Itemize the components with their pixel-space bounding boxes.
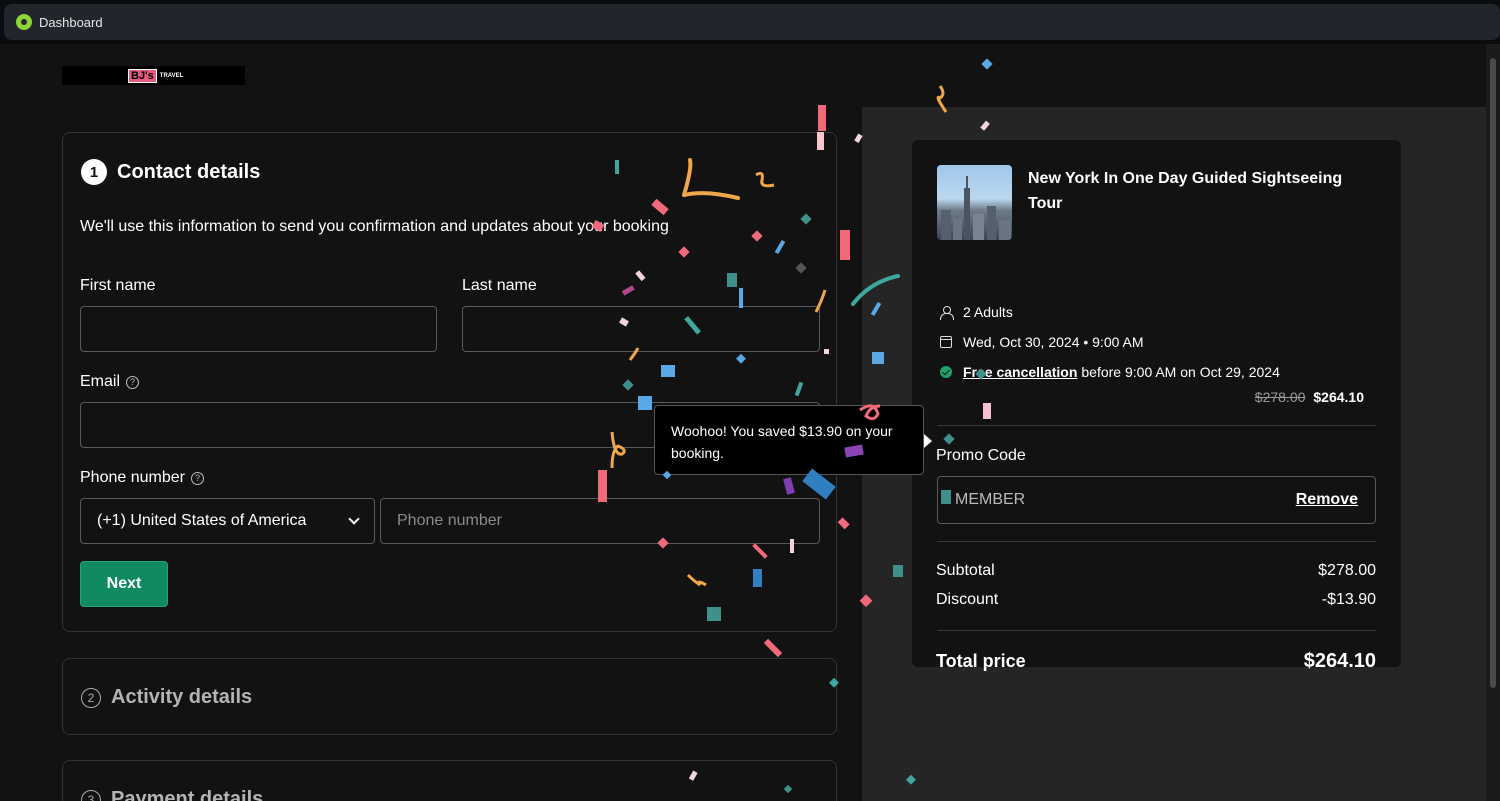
checkout-page: BJ's TRAVEL 1 Contact details We'll use …: [0, 44, 1486, 801]
next-button[interactable]: Next: [80, 561, 168, 607]
last-name-input[interactable]: [462, 306, 820, 352]
email-label: Email ?: [80, 373, 140, 391]
first-name-input[interactable]: [80, 306, 437, 352]
contact-subtitle: We'll use this information to send you c…: [80, 218, 669, 235]
first-name-label-text: First name: [80, 277, 156, 294]
person-icon: [940, 306, 954, 320]
browser-tab[interactable]: Dashboard: [4, 4, 1500, 40]
brand-logo[interactable]: BJ's TRAVEL: [62, 66, 245, 85]
tour-title[interactable]: New York In One Day Guided Sightseeing T…: [1028, 166, 1368, 216]
step-number: 2: [81, 687, 101, 708]
subtotal-label: Subtotal: [936, 562, 995, 579]
chevron-down-icon: [348, 513, 360, 525]
remove-promo-button[interactable]: Remove: [1296, 491, 1358, 509]
date-text: Wed, Oct 30, 2024 • 9:00 AM: [963, 334, 1144, 350]
guests-row: 2 Adults: [940, 304, 1013, 320]
order-summary: New York In One Day Guided Sightseeing T…: [912, 140, 1401, 672]
logo-mark: BJ's: [128, 68, 157, 83]
payment-step-header: 3 Payment details: [81, 788, 263, 801]
browser-titlebar: Dashboard: [0, 0, 1500, 44]
free-cancellation-link[interactable]: Free cancellation: [963, 364, 1077, 380]
savings-tooltip: Woohoo! You saved $13.90 on your booking…: [654, 405, 932, 475]
discount-value: -$13.90: [1321, 591, 1376, 608]
calendar-icon: [940, 336, 952, 348]
promo-code-value: MEMBER: [955, 491, 1026, 508]
contact-step-header: 1 Contact details: [81, 159, 260, 185]
discount-label: Discount: [936, 591, 999, 608]
last-name-label-text: Last name: [462, 277, 537, 294]
tab-title: Dashboard: [39, 14, 103, 30]
date-row: Wed, Oct 30, 2024 • 9:00 AM: [940, 334, 1144, 350]
activity-details-card[interactable]: 2 Activity details: [62, 658, 837, 735]
step-number: 3: [81, 789, 101, 801]
scrollbar-thumb[interactable]: [1490, 58, 1496, 688]
last-name-label: Last name: [462, 277, 537, 295]
cancellation-row: Free cancellation before 9:00 AM on Oct …: [940, 364, 1280, 380]
section-title: Payment details: [111, 788, 264, 801]
divider: [937, 541, 1376, 542]
total-row: Total price $264.10: [936, 650, 1376, 673]
step-number: 1: [81, 159, 107, 185]
payment-details-card[interactable]: 3 Payment details: [62, 760, 837, 801]
subtotal-row: Subtotal $278.00: [936, 562, 1376, 580]
total-label: Total price: [936, 651, 1026, 671]
help-icon[interactable]: ?: [126, 375, 140, 389]
divider: [937, 425, 1376, 426]
logo-text: TRAVEL: [159, 72, 184, 79]
promo-code-label: Promo Code: [936, 447, 1026, 464]
app-icon: [16, 14, 32, 30]
first-name-label: First name: [80, 277, 156, 295]
section-title: Activity details: [111, 686, 253, 708]
activity-step-header: 2 Activity details: [81, 686, 252, 709]
phone-label-text: Phone number: [80, 469, 185, 486]
page-scrollbar[interactable]: [1486, 44, 1500, 801]
country-code-select[interactable]: (+1) United States of America: [80, 498, 375, 544]
original-price: $278.00: [1254, 389, 1306, 405]
email-label-text: Email: [80, 373, 121, 390]
total-value: $264.10: [1303, 650, 1376, 672]
phone-label: Phone number ?: [80, 469, 204, 487]
subtotal-value: $278.00: [1318, 562, 1376, 579]
country-code-value: (+1) United States of America: [97, 512, 307, 529]
guests-text: 2 Adults: [963, 304, 1013, 320]
discount-row: Discount -$13.90: [936, 591, 1376, 609]
phone-input[interactable]: [380, 498, 820, 544]
tour-thumbnail: [937, 165, 1012, 240]
divider: [937, 630, 1376, 631]
discounted-price: $264.10: [1313, 389, 1364, 405]
help-icon[interactable]: ?: [190, 471, 204, 485]
cancellation-text: before 9:00 AM on Oct 29, 2024: [1081, 364, 1280, 380]
contact-details-card: 1 Contact details We'll use this informa…: [62, 132, 837, 632]
section-title: Contact details: [117, 160, 261, 183]
promo-code-field[interactable]: MEMBER Remove: [937, 476, 1376, 524]
check-circle-icon: [940, 366, 952, 378]
price-row: $278.00 $264.10: [1255, 389, 1364, 405]
